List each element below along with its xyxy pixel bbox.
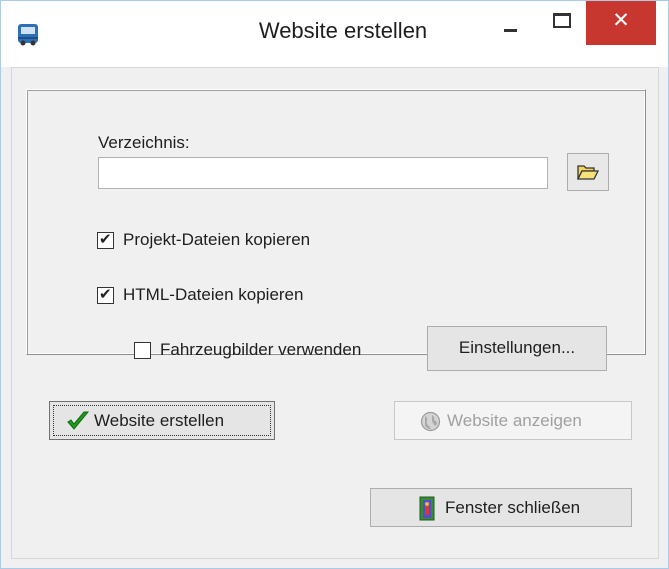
show-website-label: Website anzeigen — [447, 411, 582, 430]
create-website-button[interactable]: Website erstellen — [49, 401, 275, 440]
dialog-client-area: Verzeichnis: ✔ Projekt-Dateien kopieren … — [11, 67, 659, 559]
show-website-button[interactable]: Website anzeigen — [394, 401, 632, 440]
globe-icon — [420, 411, 441, 432]
close-icon: ✕ — [612, 8, 630, 32]
close-button[interactable]: ✕ — [586, 1, 656, 45]
directory-label: Verzeichnis: — [98, 133, 190, 152]
settings-button-label: Einstellungen... — [458, 338, 576, 357]
minimize-icon — [504, 29, 517, 32]
settings-button[interactable]: Einstellungen... — [427, 326, 607, 371]
close-window-label: Fenster schließen — [445, 498, 581, 517]
dialog-window: Website erstellen ✕ Verzeichnis: ✔ Proje… — [0, 0, 669, 569]
browse-folder-button[interactable] — [567, 153, 609, 191]
copy-project-files-checkbox[interactable]: ✔ — [97, 230, 114, 249]
title-bar[interactable]: Website erstellen ✕ — [1, 1, 668, 67]
door-exit-icon — [419, 496, 435, 521]
use-vehicle-images-checkbox[interactable] — [134, 342, 151, 359]
copy-html-files-checkbox[interactable]: ✔ — [97, 285, 114, 304]
use-vehicle-images-label[interactable]: Fahrzeugbilder verwenden — [160, 340, 361, 360]
maximize-button[interactable] — [536, 1, 586, 45]
checkmark-icon — [67, 411, 90, 430]
close-window-button[interactable]: Fenster schließen — [370, 488, 632, 527]
settings-group: Verzeichnis: ✔ Projekt-Dateien kopieren … — [26, 89, 646, 371]
copy-project-files-label[interactable]: Projekt-Dateien kopieren — [123, 230, 310, 250]
checkmark-icon: ✔ — [99, 285, 112, 303]
minimize-button[interactable] — [486, 1, 536, 45]
checkmark-icon: ✔ — [99, 230, 112, 248]
create-website-label: Website erstellen — [94, 411, 225, 430]
directory-input[interactable] — [98, 157, 548, 189]
maximize-icon — [553, 13, 571, 28]
copy-html-files-label[interactable]: HTML-Dateien kopieren — [123, 285, 303, 305]
folder-open-icon — [577, 165, 599, 180]
